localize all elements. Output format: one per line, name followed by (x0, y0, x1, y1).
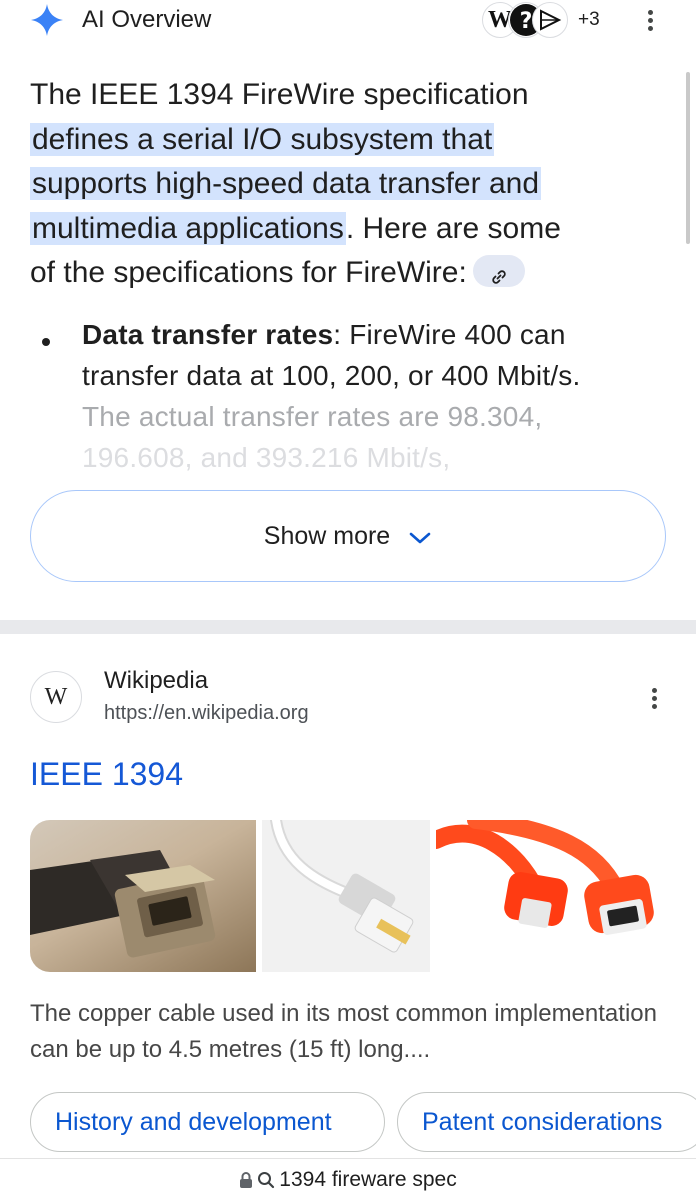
search-icon (258, 1171, 275, 1188)
highlighted-text: multimedia applications (30, 211, 346, 245)
chevron-down-icon (409, 532, 431, 544)
scrollbar[interactable] (686, 72, 690, 244)
intro-text-continued: of the specifications for FireWire: (30, 256, 467, 289)
url-text: 1394 fireware spec (279, 1167, 457, 1191)
section-divider (0, 620, 696, 634)
link-icon (492, 270, 506, 284)
bullet-line: transfer data at 100, 200, or 400 Mbit/s… (82, 360, 581, 391)
citation-link-chip[interactable] (472, 255, 525, 288)
bullet-text: Data transfer rates: FireWire 400 can tr… (82, 314, 662, 478)
lock-icon (240, 1171, 253, 1188)
result-image-strip[interactable] (30, 820, 666, 972)
highlighted-text: supports high-speed data transfer and (30, 167, 541, 200)
ai-overview-title: AI Overview (82, 6, 212, 33)
source-icons[interactable]: W ? (482, 2, 577, 40)
bullet-line-faded: 196.608, and 393.216 Mbit/s, (82, 442, 451, 473)
result-site-name[interactable]: Wikipedia (104, 667, 208, 695)
gemini-spark-icon (31, 4, 63, 36)
result-more-options-icon[interactable] (652, 688, 658, 712)
more-sources-count[interactable]: +3 (578, 9, 600, 31)
show-more-button[interactable]: Show more (30, 490, 666, 582)
diamond-icon (532, 2, 568, 38)
intro-text-continued: . Here are some (345, 211, 561, 245)
bullet-term: Data transfer rates (82, 319, 334, 350)
more-options-icon[interactable] (648, 10, 654, 34)
result-url[interactable]: https://en.wikipedia.org (104, 702, 309, 725)
bullet-dot (42, 338, 50, 346)
firewire-connector-photo[interactable] (30, 820, 256, 972)
highlighted-text: defines a serial I/O subsystem that (30, 122, 495, 156)
svg-text:?: ? (520, 9, 533, 34)
ai-overview-header: AI Overview W ? +3 (0, 0, 696, 42)
bullet-line: : FireWire 400 can (333, 319, 566, 350)
intro-text: The IEEE 1394 FireWire specification (30, 78, 529, 111)
url-bar[interactable]: 1394 fireware spec (0, 1158, 696, 1200)
ethernet-cable-photo[interactable] (262, 820, 430, 972)
ai-overview-text: The IEEE 1394 FireWire specification def… (30, 73, 670, 296)
red-firewire-cables-photo[interactable] (427, 820, 666, 972)
chip-history-and-development[interactable]: History and development (30, 1092, 385, 1152)
result-title-link[interactable]: IEEE 1394 (30, 756, 183, 793)
chip-patent-considerations[interactable]: Patent considerations (397, 1092, 696, 1152)
wikipedia-logo[interactable]: W (30, 671, 82, 723)
bullet-line-faded: The actual transfer rates are 98.304, (82, 401, 543, 432)
result-snippet: The copper cable used in its most common… (30, 1000, 657, 1063)
show-more-label: Show more (263, 521, 391, 550)
